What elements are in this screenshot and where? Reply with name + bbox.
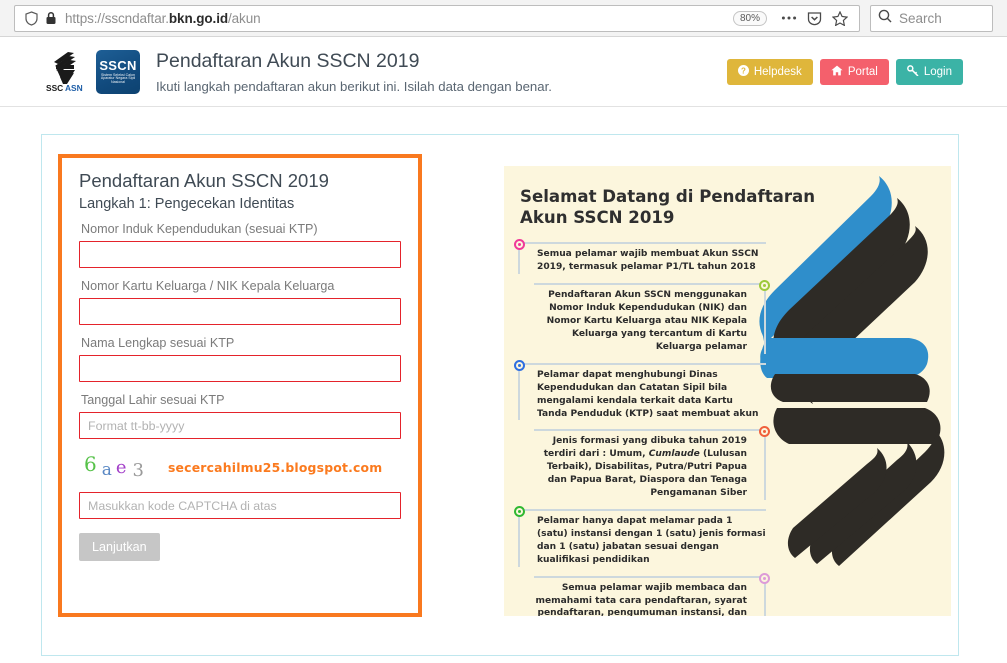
field-group-captcha bbox=[79, 492, 401, 519]
info-item: Semua pelamar wajib membuat Akun SSCN 20… bbox=[514, 239, 766, 275]
form-step-label: Langkah 1: Pengecekan Identitas bbox=[79, 196, 295, 212]
field-group-kk: Nomor Kartu Keluarga / NIK Kepala Keluar… bbox=[79, 279, 401, 325]
captcha-char-4: 3 bbox=[132, 459, 144, 481]
info-item: Jenis formasi yang dibuka tahun 2019 ter… bbox=[534, 426, 770, 500]
pocket-icon[interactable] bbox=[807, 11, 822, 26]
info-item-text: Pelamar dapat menghubungi Dinas Kependud… bbox=[537, 369, 759, 419]
form-title: Pendaftaran Akun SSCN 2019 bbox=[79, 170, 329, 191]
address-bar[interactable]: https://sscndaftar.bkn.go.id/akun 80% bbox=[14, 4, 860, 32]
captcha-input[interactable] bbox=[79, 492, 401, 519]
browser-toolbar: https://sscndaftar.bkn.go.id/akun 80% Se… bbox=[0, 0, 1007, 37]
info-item: Pendaftaran Akun SSCN menggunakan Nomor … bbox=[534, 280, 770, 354]
nik-label: Nomor Induk Kependudukan (sesuai KTP) bbox=[81, 222, 318, 236]
info-item-text: Jenis formasi yang dibuka tahun 2019 ter… bbox=[543, 436, 747, 499]
sscn-logo-subtitle: Sistem Seleksi Calon Aparatur Negara Sip… bbox=[100, 72, 136, 84]
lanjutkan-button[interactable]: Lanjutkan bbox=[79, 533, 160, 561]
bullet-dot-icon bbox=[759, 572, 770, 584]
tanggal-lahir-input[interactable] bbox=[79, 412, 401, 439]
info-item-text: Pelamar hanya dapat melamar pada 1 (satu… bbox=[537, 515, 766, 565]
svg-text:?: ? bbox=[741, 66, 746, 75]
ellipsis-icon[interactable] bbox=[781, 15, 797, 21]
url-prefix: https://sscndaftar. bbox=[65, 10, 169, 26]
sscn-logo-title: SSCN bbox=[99, 57, 137, 73]
kk-label: Nomor Kartu Keluarga / NIK Kepala Keluar… bbox=[81, 279, 335, 293]
header-text-block: Pendaftaran Akun SSCN 2019 Ikuti langkah… bbox=[156, 49, 552, 93]
search-input[interactable]: Search bbox=[870, 4, 993, 32]
info-list: Semua pelamar wajib membuat Akun SSCN 20… bbox=[514, 239, 770, 616]
logo-group: SSC ASN SSCN Sistem Seleksi Calon Aparat… bbox=[44, 49, 140, 94]
info-item: Semua pelamar wajib membaca dan memahami… bbox=[534, 572, 770, 616]
nama-label: Nama Lengkap sesuai KTP bbox=[81, 336, 235, 350]
bullet-dot-icon bbox=[514, 239, 525, 251]
url-suffix: /akun bbox=[228, 10, 261, 26]
question-circle-icon: ? bbox=[737, 64, 749, 79]
info-item-text: Semua pelamar wajib membaca dan memahami… bbox=[535, 582, 747, 616]
watermark-text: secercahilmu25.blogspot.com bbox=[167, 459, 383, 475]
info-item: Pelamar hanya dapat melamar pada 1 (satu… bbox=[514, 505, 766, 567]
tanggal-lahir-label: Tanggal Lahir sesuai KTP bbox=[81, 393, 225, 407]
url-text[interactable]: https://sscndaftar.bkn.go.id/akun bbox=[61, 11, 733, 26]
svg-text:ASN: ASN bbox=[65, 83, 83, 93]
nik-input[interactable] bbox=[79, 241, 401, 268]
page-title: Pendaftaran Akun SSCN 2019 bbox=[156, 50, 420, 73]
info-item: Pelamar dapat menghubungi Dinas Kependud… bbox=[514, 359, 766, 421]
bullet-dot-icon bbox=[514, 359, 525, 371]
captcha-char-1: 6 bbox=[84, 451, 97, 476]
portal-label: Portal bbox=[847, 65, 878, 78]
site-header: SSC ASN SSCN Sistem Seleksi Calon Aparat… bbox=[0, 37, 1007, 107]
field-group-nik: Nomor Induk Kependudukan (sesuai KTP) bbox=[79, 222, 401, 268]
bullet-dot-icon bbox=[514, 505, 525, 517]
page-subtitle: Ikuti langkah pendaftaran akun berikut i… bbox=[156, 78, 552, 94]
home-icon bbox=[831, 65, 843, 79]
field-group-tanggal-lahir: Tanggal Lahir sesuai KTP bbox=[79, 393, 401, 439]
nama-input[interactable] bbox=[79, 355, 401, 382]
padlock-icon[interactable] bbox=[41, 11, 61, 25]
header-actions: ? Helpdesk Portal Login bbox=[726, 58, 963, 85]
portal-button[interactable]: Portal bbox=[819, 58, 889, 85]
login-button[interactable]: Login bbox=[895, 58, 963, 85]
star-icon[interactable] bbox=[832, 10, 848, 26]
zoom-level-badge[interactable]: 80% bbox=[732, 10, 767, 26]
search-placeholder: Search bbox=[899, 10, 942, 26]
sscasn-logo: SSC ASN bbox=[44, 50, 90, 94]
helpdesk-button[interactable]: ? Helpdesk bbox=[726, 58, 813, 85]
field-group-nama: Nama Lengkap sesuai KTP bbox=[79, 336, 401, 382]
info-item-text: Pendaftaran Akun SSCN menggunakan Nomor … bbox=[546, 290, 747, 352]
captcha-row: 6ae3 secercahilmu25.blogspot.com bbox=[79, 450, 401, 484]
search-icon bbox=[878, 9, 892, 28]
svg-text:SSC: SSC bbox=[46, 83, 63, 93]
main-card: Pendaftaran Akun SSCN 2019 Langkah 1: Pe… bbox=[41, 134, 959, 656]
welcome-panel: Selamat Datang di Pendaftaran Akun SSCN … bbox=[504, 166, 951, 616]
captcha-image: 6ae3 bbox=[79, 451, 144, 481]
helpdesk-label: Helpdesk bbox=[753, 65, 802, 78]
captcha-char-3: e bbox=[115, 456, 127, 478]
kk-input[interactable] bbox=[79, 298, 401, 325]
shield-icon[interactable] bbox=[21, 10, 41, 26]
info-item-text: Semua pelamar wajib membuat Akun SSCN 20… bbox=[537, 249, 759, 273]
login-label: Login bbox=[923, 65, 952, 78]
registration-form: Pendaftaran Akun SSCN 2019 Langkah 1: Pe… bbox=[58, 154, 422, 617]
url-domain: bkn.go.id bbox=[168, 10, 228, 26]
sscn-logo: SSCN Sistem Seleksi Calon Aparatur Negar… bbox=[96, 49, 140, 94]
key-icon bbox=[906, 64, 919, 79]
captcha-char-2: a bbox=[101, 459, 112, 480]
